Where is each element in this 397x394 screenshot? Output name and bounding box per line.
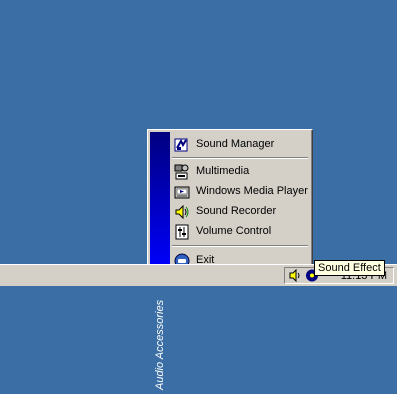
menu-item-windows-media-player[interactable]: Windows Media Player bbox=[170, 182, 310, 202]
menu-item-label: Sound Manager bbox=[196, 138, 275, 150]
menu-item-label: Sound Recorder bbox=[196, 205, 277, 217]
menu-item-label: Windows Media Player bbox=[196, 185, 308, 197]
multimedia-icon bbox=[174, 164, 190, 180]
menu-item-label: Volume Control bbox=[196, 225, 272, 237]
media-player-icon bbox=[174, 184, 190, 200]
menu-item-label: Multimedia bbox=[196, 165, 250, 177]
sound-recorder-icon bbox=[174, 204, 190, 220]
menu-item-multimedia[interactable]: Multimedia bbox=[170, 162, 310, 182]
sound-manager-icon bbox=[174, 137, 190, 153]
audio-accessories-menu: Audio Accessories Sound Manager Multimed… bbox=[147, 129, 313, 390]
menu-separator bbox=[172, 245, 308, 247]
menu-separator bbox=[172, 157, 308, 159]
speaker-icon[interactable] bbox=[289, 268, 303, 283]
menu-item-sound-manager[interactable]: Sound Manager bbox=[170, 135, 310, 155]
volume-control-icon bbox=[174, 224, 190, 240]
menu-banner: Audio Accessories bbox=[150, 132, 170, 390]
menu-item-volume-control[interactable]: Volume Control bbox=[170, 222, 310, 242]
menu-item-sound-recorder[interactable]: Sound Recorder bbox=[170, 202, 310, 222]
tooltip: Sound Effect bbox=[314, 260, 385, 276]
